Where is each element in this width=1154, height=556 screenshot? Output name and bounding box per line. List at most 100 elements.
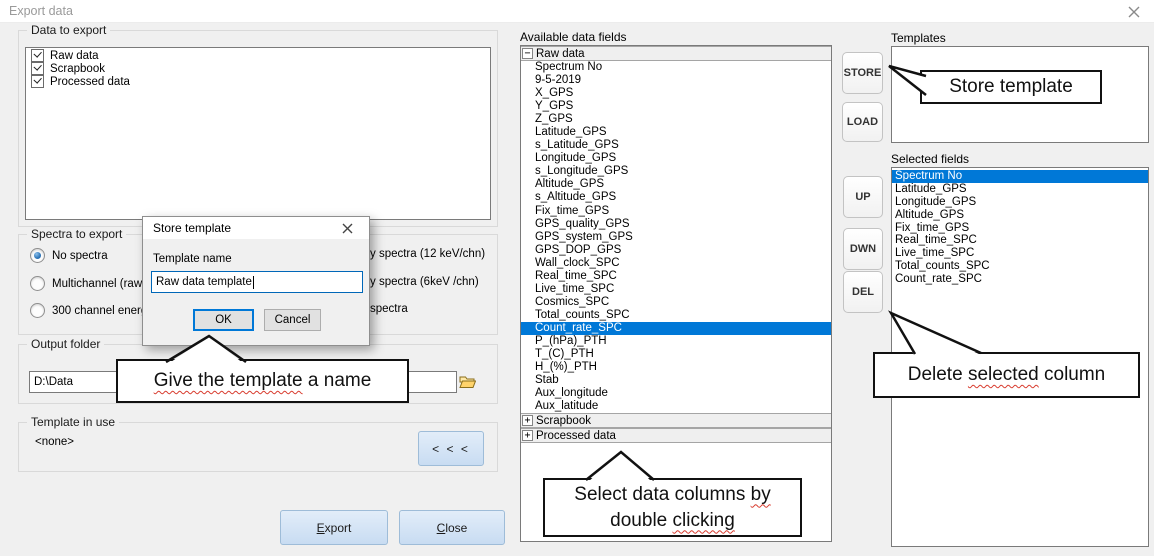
checkbox-label: Raw data [50,50,99,62]
folder-icon [459,375,476,389]
template-name-value: Raw data template [156,276,252,288]
store-template-button[interactable]: STORE [842,52,883,94]
list-item[interactable]: GPS_system_GPS [521,231,831,244]
list-item[interactable]: P_(hPa)_PTH [521,335,831,348]
list-item[interactable]: H_(%)_PTH [521,361,831,374]
ok-button[interactable]: OK [193,309,254,331]
list-item[interactable]: Count_rate_SPC [521,322,831,335]
browse-folder-button[interactable] [456,371,478,393]
list-item[interactable]: Fix_time_GPS [892,222,1148,235]
list-item[interactable]: Spectrum No [892,170,1148,183]
expand-icon[interactable]: + [522,430,533,441]
dialog-close-icon[interactable] [341,222,354,235]
cancel-button[interactable]: Cancel [264,309,321,331]
template-name-label: Template name [153,253,232,265]
close-button[interactable]: Close [399,510,505,545]
clipped-option-text: y spectra (6keV /chn) [370,276,479,288]
list-item[interactable]: s_Altitude_GPS [521,191,831,204]
callout-select-columns: Select data columns by double clicking [543,478,802,537]
list-item[interactable]: Altitude_GPS [521,178,831,191]
templates-label: Templates [891,31,946,45]
list-item[interactable]: Total_counts_SPC [521,309,831,322]
list-item[interactable]: s_Latitude_GPS [521,139,831,152]
export-data-window: Export data Data to export Raw data Scra… [0,0,1154,556]
selected-field-items: Spectrum NoLatitude_GPSLongitude_GPSAlti… [892,168,1148,286]
list-item[interactable]: s_Longitude_GPS [521,165,831,178]
available-fields-label: Available data fields [520,30,627,44]
checkbox-scrapbook[interactable]: Scrapbook [31,62,105,75]
list-item[interactable]: Altitude_GPS [892,209,1148,222]
list-item[interactable]: Fix_time_GPS [521,205,831,218]
list-item[interactable]: Spectrum No [521,61,831,74]
list-item[interactable]: T_(C)_PTH [521,348,831,361]
available-fields-list[interactable]: − Raw data Spectrum No9-5-2019X_GPSY_GPS… [520,45,832,542]
template-in-use-label: Template in use [27,415,119,429]
list-item[interactable]: Longitude_GPS [521,152,831,165]
window-titlebar: Export data [0,0,1154,23]
radio-icon [30,303,45,318]
text-caret [253,276,254,289]
list-item[interactable]: Real_time_SPC [892,234,1148,247]
checkbox-label: Processed data [50,76,130,88]
move-up-button[interactable]: UP [843,176,883,218]
output-folder-label: Output folder [27,337,104,351]
list-item[interactable]: Cosmics_SPC [521,296,831,309]
list-item[interactable]: GPS_DOP_GPS [521,244,831,257]
dialog-titlebar: Store template [143,217,369,239]
callout-give-name: Give the template a name [116,359,409,403]
tree-group-label: Raw data [536,48,585,60]
list-item[interactable]: Count_rate_SPC [892,273,1148,286]
radio-no-spectra[interactable]: No spectra [30,248,108,263]
radio-icon [30,276,45,291]
list-item[interactable]: Live_time_SPC [892,247,1148,260]
window-close-icon[interactable] [1127,5,1141,19]
list-item[interactable]: Aux_longitude [521,387,831,400]
template-name-input[interactable]: Raw data template [151,271,363,293]
export-button[interactable]: Export [280,510,388,545]
list-item[interactable]: Live_time_SPC [521,283,831,296]
radio-selected-icon [30,248,45,263]
delete-field-button[interactable]: DEL [843,271,883,313]
apply-template-button-label: < < < [432,442,470,456]
checkbox-label: Scrapbook [50,63,105,75]
list-item[interactable]: Total_counts_SPC [892,260,1148,273]
list-item[interactable]: Stab [521,374,831,387]
apply-template-button[interactable]: < < < [418,431,484,466]
tree-group-scrapbook[interactable]: + Scrapbook [521,413,831,428]
load-template-button[interactable]: LOAD [842,102,883,142]
collapse-icon[interactable]: − [522,48,533,59]
checkbox-raw-data[interactable]: Raw data [31,49,99,62]
list-item[interactable]: Latitude_GPS [521,126,831,139]
data-to-export-label: Data to export [27,23,110,37]
expand-icon[interactable]: + [522,415,533,426]
list-item[interactable]: GPS_quality_GPS [521,218,831,231]
callout-delete-column: Delete selected column [873,352,1140,398]
output-folder-path: D:\Data [34,376,73,388]
tree-items: Spectrum No9-5-2019X_GPSY_GPSZ_GPSLatitu… [521,61,831,413]
radio-300-channel[interactable]: 300 channel energy [30,303,153,318]
callout-store-template: Store template [920,70,1102,104]
dialog-title: Store template [153,221,231,235]
clipped-option-text: spectra [370,303,408,315]
list-item[interactable]: Latitude_GPS [892,183,1148,196]
radio-label: No spectra [52,250,108,262]
list-item[interactable]: 9-5-2019 [521,74,831,87]
list-item[interactable]: Longitude_GPS [892,196,1148,209]
move-down-button[interactable]: DWN [843,228,883,270]
checkbox-processed-data[interactable]: Processed data [31,75,130,88]
list-item[interactable]: Real_time_SPC [521,270,831,283]
list-item[interactable]: X_GPS [521,87,831,100]
tree-group-label: Processed data [536,430,616,442]
list-item[interactable]: Z_GPS [521,113,831,126]
spectra-to-export-label: Spectra to export [27,227,126,241]
template-in-use-value: <none> [35,436,74,448]
list-item[interactable]: Y_GPS [521,100,831,113]
tree-group-raw-data[interactable]: − Raw data [521,46,831,61]
tree-group-processed-data[interactable]: + Processed data [521,428,831,443]
list-item[interactable]: Aux_latitude [521,400,831,413]
store-template-dialog: Store template Template name Raw data te… [142,216,370,346]
list-item[interactable]: Wall_clock_SPC [521,257,831,270]
radio-label: 300 channel energy [52,305,153,317]
checkbox-checked-icon [31,49,44,62]
checkbox-checked-icon [31,75,44,88]
